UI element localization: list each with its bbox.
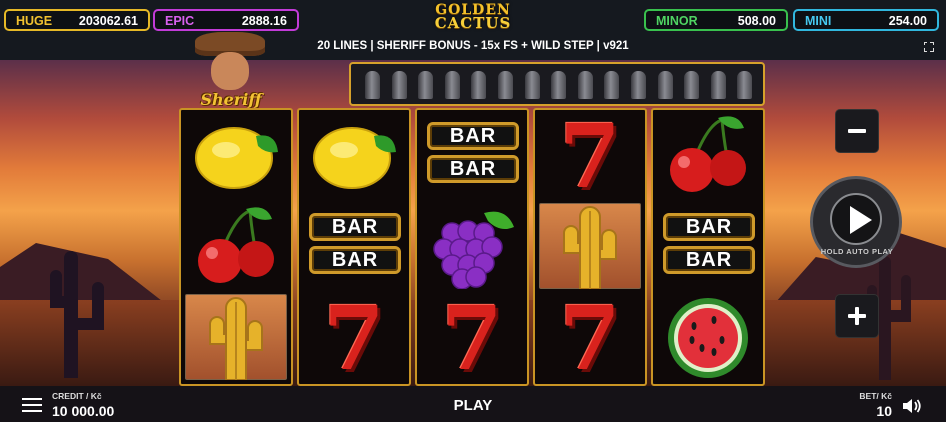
reel-5: BAR BAR bbox=[651, 108, 765, 386]
speaker-icon[interactable] bbox=[902, 398, 922, 414]
game-logo: GOLDEN CACTUS bbox=[400, 3, 546, 32]
symbol-double-bar: BAR BAR bbox=[417, 110, 527, 201]
symbol-lemon bbox=[299, 110, 409, 201]
reel-2: BAR BAR 7 bbox=[297, 108, 411, 386]
bar-stack: BAR BAR bbox=[309, 213, 401, 279]
symbol-double-bar: BAR BAR bbox=[299, 201, 409, 292]
bet-label: BET/ Kč bbox=[859, 391, 892, 401]
bar-symbol-text: BAR bbox=[663, 213, 755, 241]
cherry-icon bbox=[186, 203, 286, 294]
seven-symbol-text: 7 bbox=[559, 286, 621, 390]
reel-1 bbox=[179, 108, 293, 386]
fullscreen-icon[interactable] bbox=[923, 41, 934, 52]
bullet-icon bbox=[577, 71, 593, 99]
bar-stack: BAR BAR bbox=[427, 122, 519, 188]
spin-autoplay-button[interactable]: HOLD AUTO PLAY bbox=[810, 176, 902, 268]
sheriff-face bbox=[211, 52, 249, 90]
bullet-icon bbox=[418, 71, 434, 99]
bullet-icon bbox=[737, 71, 753, 99]
symbol-cactus bbox=[535, 201, 645, 292]
symbol-seven: 7 bbox=[535, 286, 645, 390]
bullet-icon bbox=[604, 71, 620, 99]
bar-symbol-text: BAR bbox=[427, 155, 519, 183]
jackpot-minor-label: MINOR bbox=[656, 14, 698, 28]
menu-icon[interactable] bbox=[22, 398, 42, 412]
plus-icon-v bbox=[855, 307, 859, 325]
bullet-icon bbox=[551, 71, 567, 99]
logo-line-2: CACTUS bbox=[434, 14, 512, 32]
bullet-icon bbox=[498, 71, 513, 99]
bullet-icon bbox=[471, 71, 487, 99]
sheriff-character: Sheriff bbox=[185, 32, 277, 110]
bullet-icon bbox=[657, 71, 673, 99]
bar-stack: BAR BAR bbox=[663, 213, 755, 279]
game-info-line: 20 LINES | SHERIFF BONUS - 15x FS + WILD… bbox=[317, 40, 629, 52]
jackpot-mini: MINI 254.00 bbox=[793, 9, 939, 31]
credit-value: 10 000.00 bbox=[52, 403, 115, 419]
symbol-cactus bbox=[181, 292, 291, 383]
jackpot-huge-value: 203062.61 bbox=[78, 14, 138, 28]
bar-symbol-text: BAR bbox=[663, 246, 755, 274]
seven-symbol-text: 7 bbox=[323, 286, 385, 390]
autoplay-label: HOLD AUTO PLAY bbox=[820, 247, 894, 256]
bet-decrease-button[interactable] bbox=[836, 110, 878, 152]
jackpot-epic-label: EPIC bbox=[165, 14, 195, 28]
bullet-icon bbox=[684, 71, 700, 99]
reel-3: BAR BAR 7 bbox=[415, 108, 529, 386]
play-button[interactable]: PLAY bbox=[430, 397, 516, 414]
jackpot-epic: EPIC 2888.16 bbox=[153, 9, 299, 31]
sheriff-label: Sheriff bbox=[200, 90, 262, 109]
reel-4: 77 bbox=[533, 108, 647, 386]
credit-label: CREDIT / Kč bbox=[52, 391, 102, 401]
bar-symbol-text: BAR bbox=[309, 246, 401, 274]
seven-symbol-text: 7 bbox=[441, 286, 503, 390]
symbol-cherry bbox=[653, 110, 763, 201]
symbol-seven: 7 bbox=[299, 286, 409, 390]
symbol-cherry bbox=[181, 201, 291, 292]
jackpot-mini-label: MINI bbox=[805, 14, 832, 28]
cherry-icon bbox=[658, 112, 758, 203]
lemon-icon bbox=[186, 112, 286, 203]
seven-symbol-text: 7 bbox=[559, 104, 621, 208]
jackpot-epic-value: 2888.16 bbox=[241, 14, 287, 28]
symbol-seven: 7 bbox=[535, 104, 645, 208]
cactus-silhouette-left bbox=[50, 251, 104, 378]
bullet-icon bbox=[710, 71, 726, 99]
jackpot-huge: HUGE 203062.61 bbox=[4, 9, 150, 31]
symbol-lemon bbox=[181, 110, 291, 201]
bullet-icon bbox=[391, 71, 407, 99]
bullet-strip bbox=[349, 62, 765, 106]
bet-value: 10 bbox=[876, 403, 892, 419]
bullet-icon bbox=[631, 71, 646, 99]
jackpot-minor-value: 508.00 bbox=[737, 14, 776, 28]
top-bar: HUGE 203062.61 EPIC 2888.16 GOLDEN CACTU… bbox=[0, 0, 946, 60]
bar-symbol-text: BAR bbox=[309, 213, 401, 241]
symbol-watermelon bbox=[653, 292, 763, 383]
cactus-icon bbox=[540, 203, 640, 294]
bottom-bar: CREDIT / Kč 10 000.00 PLAY BET/ Kč 10 bbox=[0, 386, 946, 422]
symbol-double-bar: BAR BAR bbox=[653, 201, 763, 292]
spin-button-inner bbox=[830, 193, 882, 245]
bullet-icon bbox=[524, 71, 540, 99]
jackpot-mini-value: 254.00 bbox=[888, 14, 927, 28]
grapes-icon bbox=[422, 203, 522, 294]
bullet-icon bbox=[444, 71, 460, 99]
symbol-grapes bbox=[417, 201, 527, 292]
minus-icon bbox=[848, 129, 866, 133]
watermelon-icon bbox=[658, 294, 758, 385]
jackpot-huge-label: HUGE bbox=[16, 14, 53, 28]
cactus-icon bbox=[186, 294, 286, 385]
bullet-icon bbox=[365, 71, 380, 99]
bet-increase-button[interactable] bbox=[836, 295, 878, 337]
jackpot-minor: MINOR 508.00 bbox=[644, 9, 788, 31]
play-icon bbox=[850, 206, 872, 234]
bar-symbol-text: BAR bbox=[427, 122, 519, 150]
symbol-seven: 7 bbox=[417, 286, 527, 390]
lemon-icon bbox=[304, 112, 404, 203]
